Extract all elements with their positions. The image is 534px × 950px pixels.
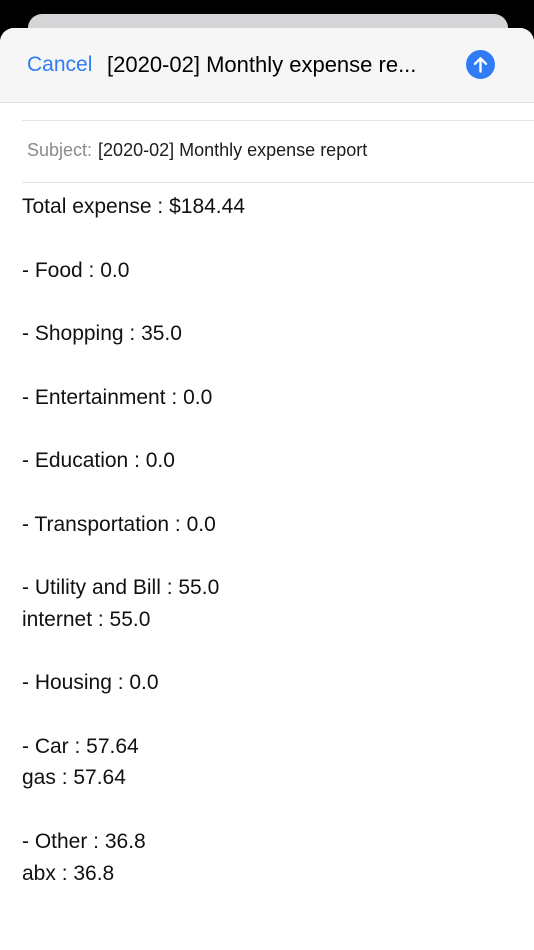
cancel-button[interactable]: Cancel (27, 53, 92, 77)
compose-nav-bar: Cancel [2020-02] Monthly expense re... (0, 28, 534, 103)
subject-label: Subject: (27, 140, 93, 160)
subject-value[interactable]: [2020-02] Monthly expense report (98, 140, 367, 160)
utility-line: - Utility and Bill : 55.0 (22, 576, 220, 599)
total-expense-line: Total expense : $184.44 (22, 195, 246, 218)
housing-line: - Housing : 0.0 (22, 671, 159, 694)
subject-field[interactable]: Subject: [2020-02] Monthly expense report (27, 140, 367, 161)
other-abx-line: abx : 36.8 (22, 862, 115, 885)
food-line: - Food : 0.0 (22, 259, 130, 282)
other-line: - Other : 36.8 (22, 830, 146, 853)
utility-internet-line: internet : 55.0 (22, 608, 151, 631)
divider (22, 182, 534, 183)
entertainment-line: - Entertainment : 0.0 (22, 386, 213, 409)
transportation-line: - Transportation : 0.0 (22, 513, 216, 536)
car-gas-line: gas : 57.64 (22, 766, 126, 789)
education-line: - Education : 0.0 (22, 449, 175, 472)
divider (22, 120, 534, 121)
arrow-up-icon (473, 57, 488, 73)
compose-title: [2020-02] Monthly expense re... (107, 52, 417, 77)
compose-sheet: Cancel [2020-02] Monthly expense re... S… (0, 28, 534, 950)
send-button[interactable] (466, 50, 495, 79)
car-line: - Car : 57.64 (22, 735, 139, 758)
shopping-line: - Shopping : 35.0 (22, 322, 182, 345)
